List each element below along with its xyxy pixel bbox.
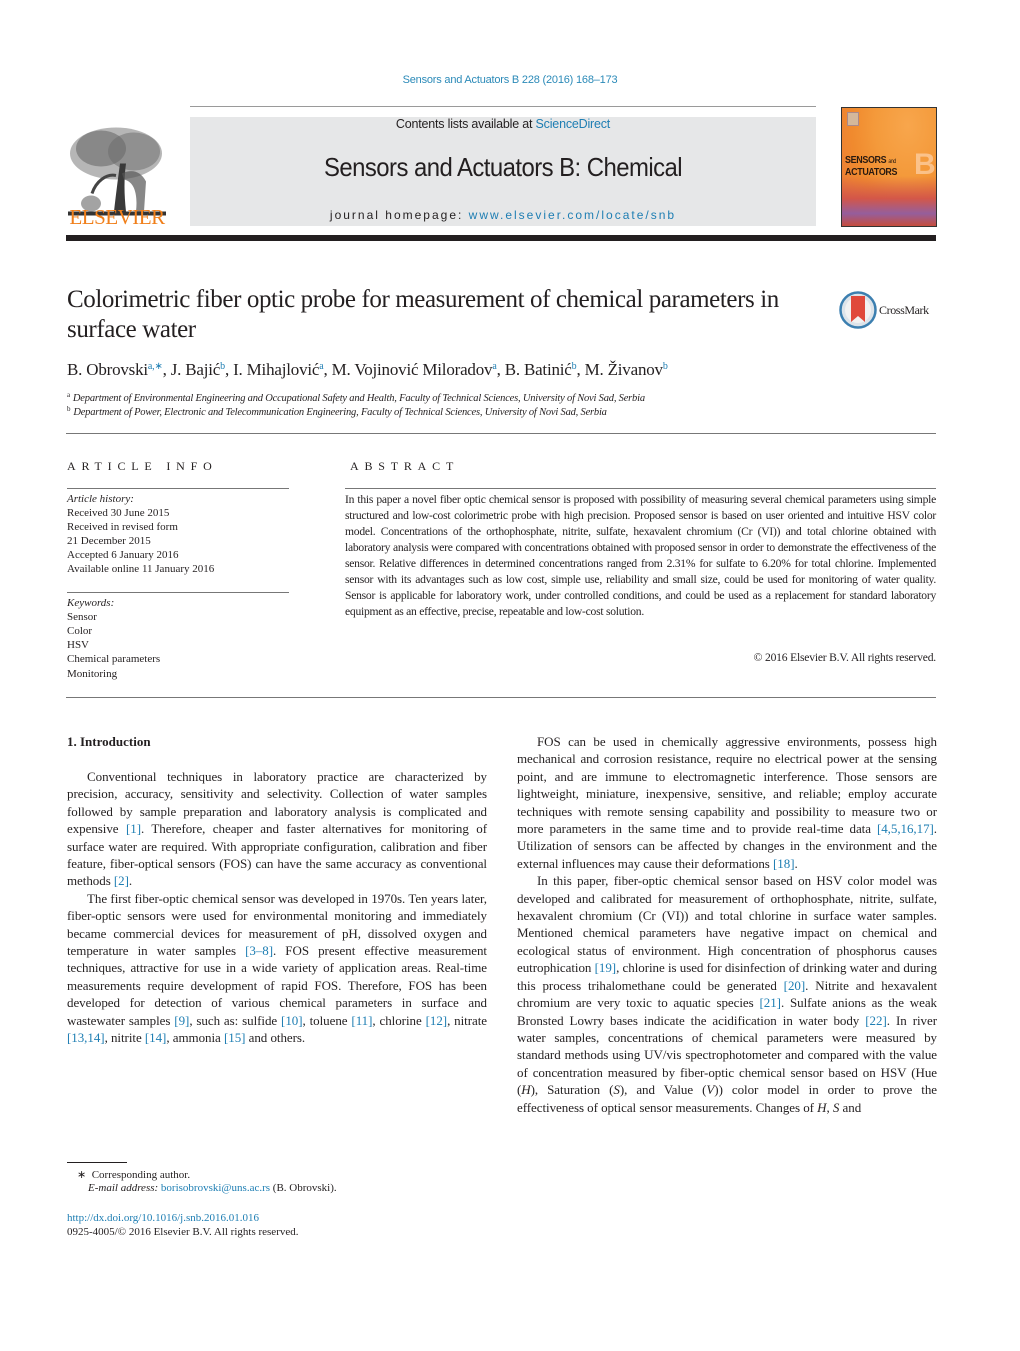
body-column-right: FOS can be used in chemically aggressive… — [517, 733, 937, 1116]
cover-artwork — [842, 176, 936, 226]
section-divider — [66, 433, 936, 434]
email-label: E-mail address: — [88, 1182, 161, 1194]
citation-link[interactable]: [12] — [426, 1013, 448, 1028]
corresponding-author-note: ∗ Corresponding author. — [77, 1169, 191, 1181]
header-thick-divider — [66, 235, 936, 241]
footnote-divider — [67, 1162, 127, 1163]
paragraph: In this paper, fiber-optic chemical sens… — [517, 873, 938, 1115]
history-item: Available online 11 January 2016 — [67, 563, 215, 575]
paragraph: FOS can be used in chemically aggressive… — [517, 734, 937, 871]
citation-link[interactable]: [2] — [114, 873, 129, 888]
citation-link[interactable]: [22] — [865, 1013, 887, 1028]
history-label: Article history: — [67, 493, 134, 505]
section-heading-introduction: 1. Introduction — [67, 734, 151, 749]
journal-title: Sensors and Actuators B: Chemical — [323, 152, 683, 182]
author-affiliation-mark[interactable]: b — [572, 361, 577, 372]
italic-symbol: H — [817, 1099, 827, 1115]
email-note: E-mail address: borisobrovski@uns.ac.rs … — [88, 1182, 337, 1194]
body-column-left: Conventional techniques in laboratory pr… — [67, 768, 487, 1047]
history-item: Received 30 June 2015 — [67, 507, 170, 519]
citation-link[interactable]: [10] — [281, 1013, 303, 1028]
history-item: Received in revised form — [67, 521, 178, 533]
keyword-item[interactable]: Chemical parameters — [67, 652, 160, 666]
citation-link[interactable]: [14] — [145, 1030, 167, 1045]
crossmark-label[interactable]: CrossMark — [879, 303, 929, 318]
email-link[interactable]: borisobrovski@uns.ac.rs — [161, 1182, 270, 1194]
journal-masthead: Contents lists available at ScienceDirec… — [190, 117, 816, 226]
author-affiliation-mark[interactable]: b — [220, 361, 225, 372]
email-suffix: (B. Obrovski). — [270, 1182, 337, 1194]
author-name[interactable]: B. Obrovski — [67, 360, 148, 379]
keywords-divider — [67, 592, 289, 593]
author-name[interactable]: J. Bajić — [171, 360, 221, 379]
article-info-heading: ARTICLE INFO — [67, 459, 218, 473]
sciencedirect-link[interactable]: ScienceDirect — [536, 117, 611, 131]
author-name[interactable]: M. Živanov — [585, 360, 663, 379]
citation-link[interactable]: [19] — [595, 960, 617, 975]
italic-symbol: H — [521, 1082, 531, 1098]
citation-link[interactable]: [4,5,16,17] — [877, 821, 934, 836]
citation-link[interactable]: [11] — [351, 1013, 372, 1028]
author-affiliation-mark[interactable]: a — [492, 361, 496, 372]
keyword-item[interactable]: Monitoring — [67, 667, 117, 681]
keywords-label: Keywords: — [67, 597, 115, 609]
author-name[interactable]: M. Vojinović Miloradov — [332, 360, 493, 379]
homepage-prefix: journal homepage: — [329, 208, 469, 222]
doi-link[interactable]: http://dx.doi.org/10.1016/j.snb.2016.01.… — [67, 1212, 259, 1224]
history-item: Accepted 6 January 2016 — [67, 549, 179, 561]
abstract-copyright: © 2016 Elsevier B.V. All rights reserved… — [753, 651, 937, 664]
cover-title-line1: SENSORS and — [845, 154, 896, 166]
journal-cover-thumbnail[interactable]: B SENSORS and ACTUATORS — [841, 107, 937, 227]
contents-line: Contents lists available at ScienceDirec… — [190, 117, 816, 131]
history-item: 21 December 2015 — [67, 535, 151, 547]
citation-link[interactable]: [1] — [126, 821, 141, 836]
italic-symbol: V — [706, 1082, 715, 1098]
running-head-citation[interactable]: Sensors and Actuators B 228 (2016) 168–1… — [0, 74, 1020, 86]
citation-link[interactable]: [21] — [759, 995, 781, 1010]
paragraph: Conventional techniques in laboratory pr… — [67, 769, 487, 889]
abstract-divider — [345, 488, 936, 489]
homepage-line: journal homepage: www.elsevier.com/locat… — [190, 208, 816, 222]
abstract-text: In this paper a novel fiber optic chemic… — [345, 493, 936, 618]
running-head-text[interactable]: Sensors and Actuators B 228 (2016) 168–1… — [403, 74, 618, 86]
body-divider — [66, 697, 936, 698]
cover-title-line2: ACTUATORS — [845, 166, 898, 178]
article-title: Colorimetric fiber optic probe for measu… — [67, 286, 779, 343]
citation-link[interactable]: [18] — [773, 856, 795, 871]
cover-elsevier-icon — [847, 112, 859, 126]
affiliation-b: b Department of Power, Electronic and Tel… — [67, 405, 607, 418]
journal-homepage-link[interactable]: www.elsevier.com/locate/snb — [469, 208, 676, 222]
citation-link[interactable]: [9] — [174, 1013, 189, 1028]
author-name[interactable]: I. Mihajlović — [233, 360, 319, 379]
author-affiliation-mark[interactable]: a,∗ — [148, 361, 163, 372]
author-affiliation-mark[interactable]: b — [663, 361, 668, 372]
elsevier-wordmark[interactable]: ELSEVIER — [66, 205, 168, 230]
citation-link[interactable]: [3–8] — [245, 943, 273, 958]
affiliation-a: a Department of Environmental Engineering… — [67, 391, 645, 404]
keyword-item[interactable]: HSV — [67, 638, 89, 652]
citation-link[interactable]: [13,14] — [67, 1030, 105, 1045]
italic-symbol: S — [613, 1082, 620, 1098]
author-list: B. Obrovskia,∗, J. Bajićb, I. Mihajlović… — [67, 360, 668, 379]
author-affiliation-mark[interactable]: a — [319, 361, 323, 372]
citation-link[interactable]: [20] — [784, 978, 806, 993]
citation-link[interactable]: [15] — [224, 1030, 246, 1045]
keyword-item[interactable]: Color — [67, 624, 92, 638]
header-divider — [190, 106, 816, 107]
abstract-heading: ABSTRACT — [350, 459, 460, 473]
article-info-divider — [67, 488, 289, 489]
contents-prefix: Contents lists available at — [395, 117, 536, 131]
issn-copyright: 0925-4005/© 2016 Elsevier B.V. All right… — [67, 1226, 299, 1238]
keyword-item[interactable]: Sensor — [67, 610, 97, 624]
cover-letter: B — [914, 148, 936, 181]
italic-symbol: S — [832, 1099, 840, 1115]
author-name[interactable]: B. Batinić — [505, 360, 572, 379]
paragraph: The first fiber-optic chemical sensor wa… — [67, 890, 488, 1046]
